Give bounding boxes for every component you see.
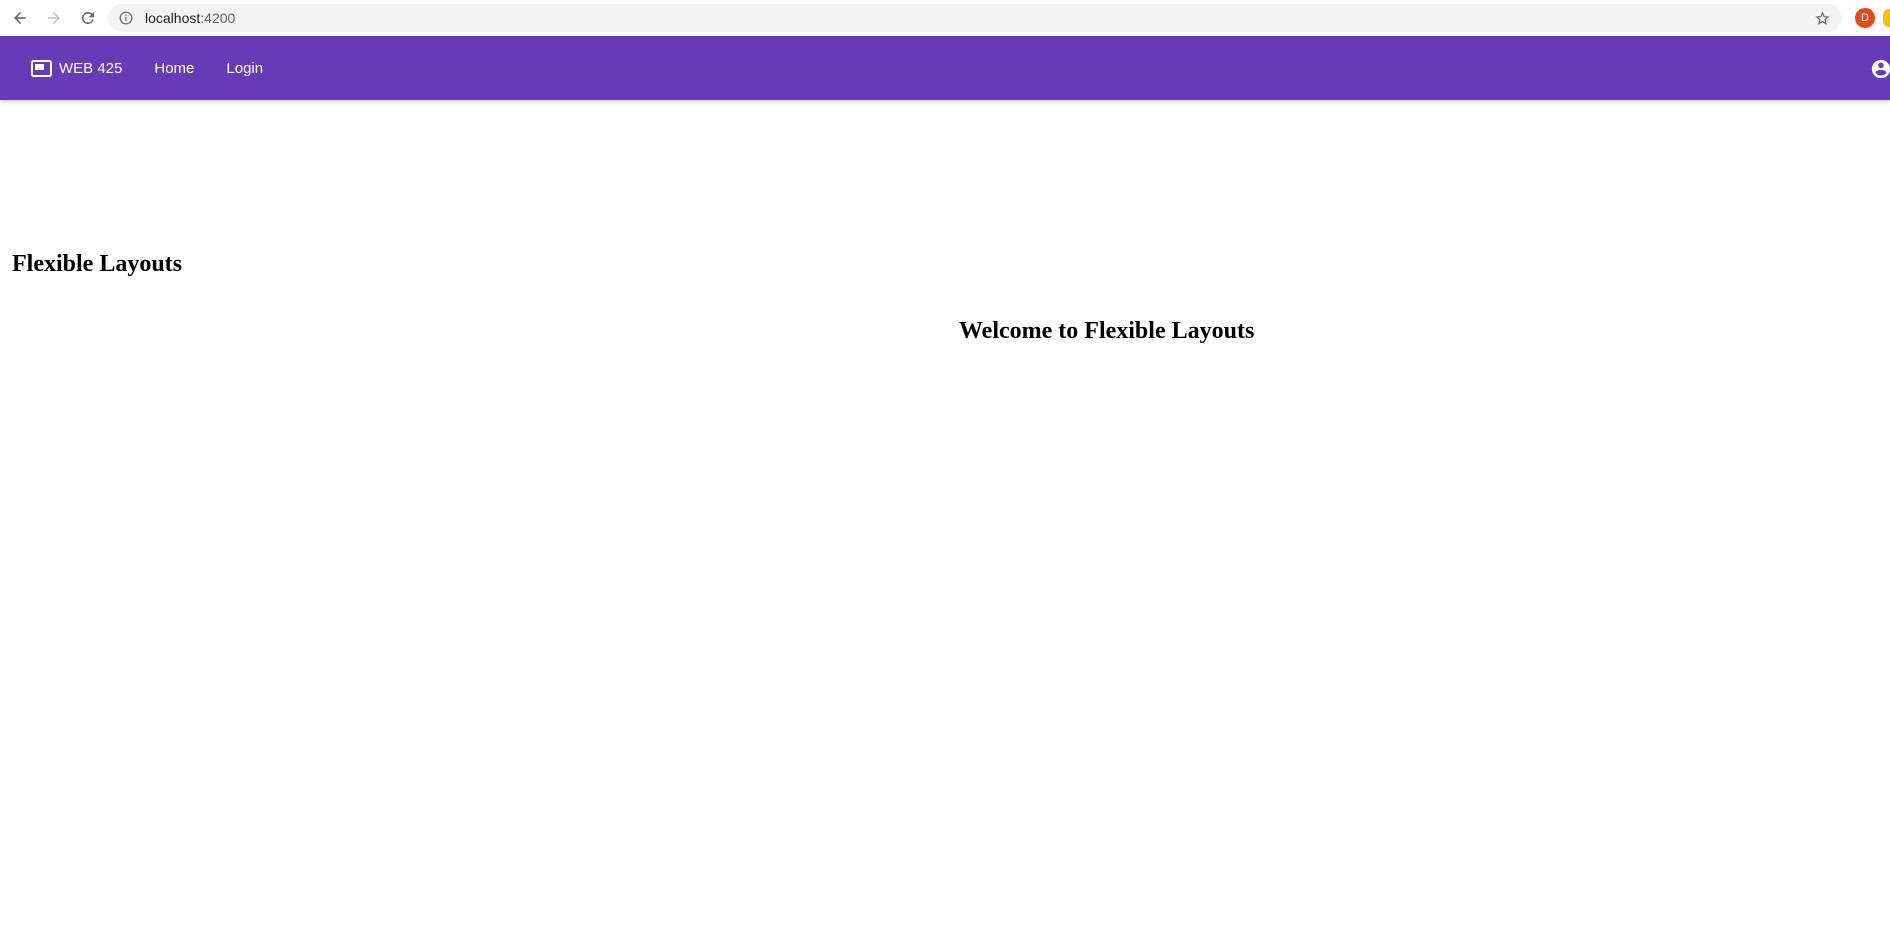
back-button[interactable] bbox=[3, 0, 37, 36]
brand-link[interactable]: WEB 425 bbox=[31, 59, 122, 77]
extension-icon[interactable] bbox=[1883, 9, 1890, 27]
nav-login-link[interactable]: Login bbox=[226, 60, 263, 77]
forward-button[interactable] bbox=[37, 0, 71, 36]
url-host: localhost bbox=[145, 10, 201, 26]
nav-home-link[interactable]: Home bbox=[154, 60, 194, 77]
reload-icon bbox=[82, 11, 94, 24]
brand-label: WEB 425 bbox=[59, 59, 123, 77]
page-title: Flexible Layouts bbox=[12, 251, 183, 277]
featured-video-icon bbox=[31, 59, 53, 77]
address-bar[interactable]: localhost:4200 bbox=[108, 4, 1842, 32]
url-port: :4200 bbox=[200, 10, 236, 26]
app-toolbar: WEB 425 Home Login bbox=[0, 36, 1890, 100]
welcome-heading: Welcome to Flexible Layouts bbox=[959, 318, 1255, 344]
browser-toolbar: localhost:4200 D bbox=[0, 0, 1890, 36]
star-icon[interactable] bbox=[1812, 8, 1832, 28]
arrow-right-icon bbox=[48, 12, 60, 24]
reload-button[interactable] bbox=[71, 0, 105, 36]
profile-avatar[interactable]: D bbox=[1855, 8, 1875, 28]
info-icon[interactable] bbox=[117, 9, 135, 27]
arrow-left-icon bbox=[14, 12, 26, 24]
url-text: localhost:4200 bbox=[145, 10, 235, 26]
profile-initial: D bbox=[1861, 12, 1869, 24]
account-circle-icon[interactable] bbox=[1870, 58, 1890, 80]
